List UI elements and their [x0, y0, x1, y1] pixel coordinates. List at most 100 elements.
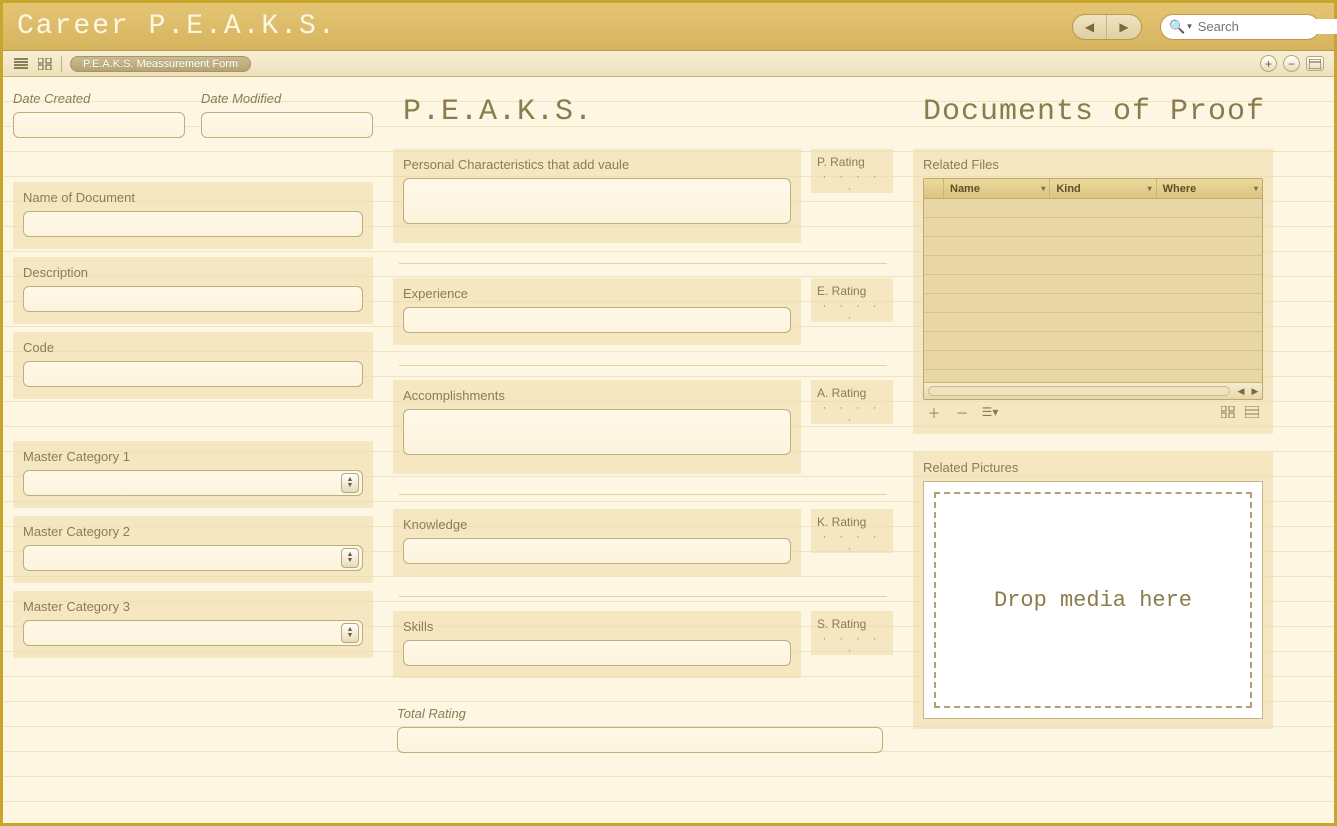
table-row[interactable] [924, 294, 1262, 313]
toolbar: P.E.A.K.S. Meassurement Form + − [3, 51, 1334, 77]
chevron-down-icon: ▾ [1187, 21, 1192, 32]
content: Date Created Date Modified Name of Docum… [3, 77, 1334, 823]
stepper-icon[interactable]: ▲▼ [341, 623, 359, 643]
e-rating-block: E. Rating · · · · · [811, 278, 893, 322]
mc1-label: Master Category 1 [23, 449, 363, 464]
k-input[interactable] [403, 538, 791, 564]
a-input[interactable] [403, 409, 791, 455]
k-block: Knowledge [393, 509, 801, 576]
files-scrollbar[interactable]: ◀ ▶ [924, 382, 1262, 399]
total-label: Total Rating [397, 706, 883, 721]
files-col-blank [924, 179, 944, 198]
docs-heading: Documents of Proof [923, 95, 1273, 129]
add-file-button[interactable]: ＋ [925, 404, 943, 420]
code-block: Code [13, 332, 373, 399]
search-icon: 🔍 [1169, 19, 1185, 35]
scroll-track[interactable] [928, 386, 1230, 396]
scroll-left-icon[interactable]: ◀ [1234, 386, 1248, 397]
spacer [13, 148, 373, 182]
rating-dots[interactable]: · · · · · [817, 633, 887, 657]
date-created-label: Date Created [13, 91, 185, 106]
list-view-icon[interactable] [13, 57, 29, 71]
code-input[interactable] [23, 361, 363, 387]
date-modified-input[interactable] [201, 112, 373, 138]
e-block: Experience [393, 278, 801, 345]
a-label: Accomplishments [403, 388, 791, 403]
table-row[interactable] [924, 218, 1262, 237]
files-header: Name▾ Kind▾ Where▾ [924, 179, 1262, 199]
nav-forward-button[interactable]: ▶ [1107, 15, 1141, 39]
mc2-select[interactable] [23, 545, 363, 571]
a-rating-block: A. Rating · · · · · [811, 380, 893, 424]
p-rating-block: P. Rating · · · · · [811, 149, 893, 193]
name-input[interactable] [23, 211, 363, 237]
s-input[interactable] [403, 640, 791, 666]
files-box: Name▾ Kind▾ Where▾ ◀ [923, 178, 1263, 400]
mc3-select[interactable] [23, 620, 363, 646]
mc1-block: Master Category 1 ▲▼ [13, 441, 373, 508]
breadcrumb[interactable]: P.E.A.K.S. Meassurement Form [70, 56, 251, 72]
table-row[interactable] [924, 275, 1262, 294]
files-col-name[interactable]: Name▾ [944, 179, 1050, 198]
files-col-kind[interactable]: Kind▾ [1050, 179, 1156, 198]
toolbar-separator [61, 56, 62, 72]
k-rating-label: K. Rating [817, 515, 887, 529]
stepper-icon[interactable]: ▲▼ [341, 473, 359, 493]
files-col-where[interactable]: Where▾ [1157, 179, 1262, 198]
s-label: Skills [403, 619, 791, 634]
spacer [13, 407, 373, 441]
table-row[interactable] [924, 199, 1262, 218]
rating-dots[interactable]: · · · · · [817, 402, 887, 426]
drop-text: Drop media here [934, 492, 1252, 708]
table-row[interactable] [924, 237, 1262, 256]
date-modified-label: Date Modified [201, 91, 373, 106]
table-row[interactable] [924, 256, 1262, 275]
date-row: Date Created Date Modified [13, 91, 373, 138]
table-row[interactable] [924, 332, 1262, 351]
pictures-label: Related Pictures [923, 460, 1263, 475]
toolbar-right: + − [1260, 55, 1324, 72]
mc2-block: Master Category 2 ▲▼ [13, 516, 373, 583]
stepper-icon[interactable]: ▲▼ [341, 548, 359, 568]
rating-dots[interactable]: · · · · · [817, 300, 887, 324]
search-input[interactable] [1198, 19, 1337, 34]
p-input[interactable] [403, 178, 791, 224]
middle-column: P.E.A.K.S. Personal Characteristics that… [393, 91, 893, 809]
search-wrap[interactable]: 🔍 ▾ [1160, 14, 1320, 40]
nav-back-button[interactable]: ◀ [1073, 15, 1107, 39]
rating-dots[interactable]: · · · · · [817, 531, 887, 555]
p-label: Personal Characteristics that add vaule [403, 157, 791, 172]
files-body[interactable] [924, 199, 1262, 382]
table-row[interactable] [924, 351, 1262, 370]
nav-pill: ◀ ▶ [1072, 14, 1142, 40]
remove-file-button[interactable]: － [953, 404, 971, 420]
list-view-small-icon[interactable] [1243, 404, 1261, 420]
divider [399, 596, 887, 597]
layout-button[interactable] [1306, 56, 1324, 71]
sort-icon: ▾ [1041, 184, 1045, 193]
add-record-button[interactable]: + [1260, 55, 1277, 72]
media-dropzone[interactable]: Drop media here [923, 481, 1263, 719]
action-menu-button[interactable]: ☰▾ [981, 404, 999, 420]
mc1-select[interactable] [23, 470, 363, 496]
date-created-input[interactable] [13, 112, 185, 138]
a-block: Accomplishments [393, 380, 801, 474]
left-column: Date Created Date Modified Name of Docum… [13, 91, 373, 809]
files-footer: ＋ － ☰▾ [923, 400, 1263, 424]
grid-view-small-icon[interactable] [1219, 404, 1237, 420]
description-input[interactable] [23, 286, 363, 312]
p-rating-label: P. Rating [817, 155, 887, 169]
k-rating-block: K. Rating · · · · · [811, 509, 893, 553]
files-label: Related Files [923, 157, 1263, 172]
mc2-label: Master Category 2 [23, 524, 363, 539]
pictures-panel: Related Pictures Drop media here [913, 452, 1273, 729]
table-row[interactable] [924, 313, 1262, 332]
e-input[interactable] [403, 307, 791, 333]
scroll-right-icon[interactable]: ▶ [1248, 386, 1262, 397]
remove-record-button[interactable]: − [1283, 55, 1300, 72]
sort-icon: ▾ [1254, 184, 1258, 193]
grid-view-icon[interactable] [37, 57, 53, 71]
rating-dots[interactable]: · · · · · [817, 171, 887, 195]
p-block: Personal Characteristics that add vaule [393, 149, 801, 243]
total-input[interactable] [397, 727, 883, 753]
